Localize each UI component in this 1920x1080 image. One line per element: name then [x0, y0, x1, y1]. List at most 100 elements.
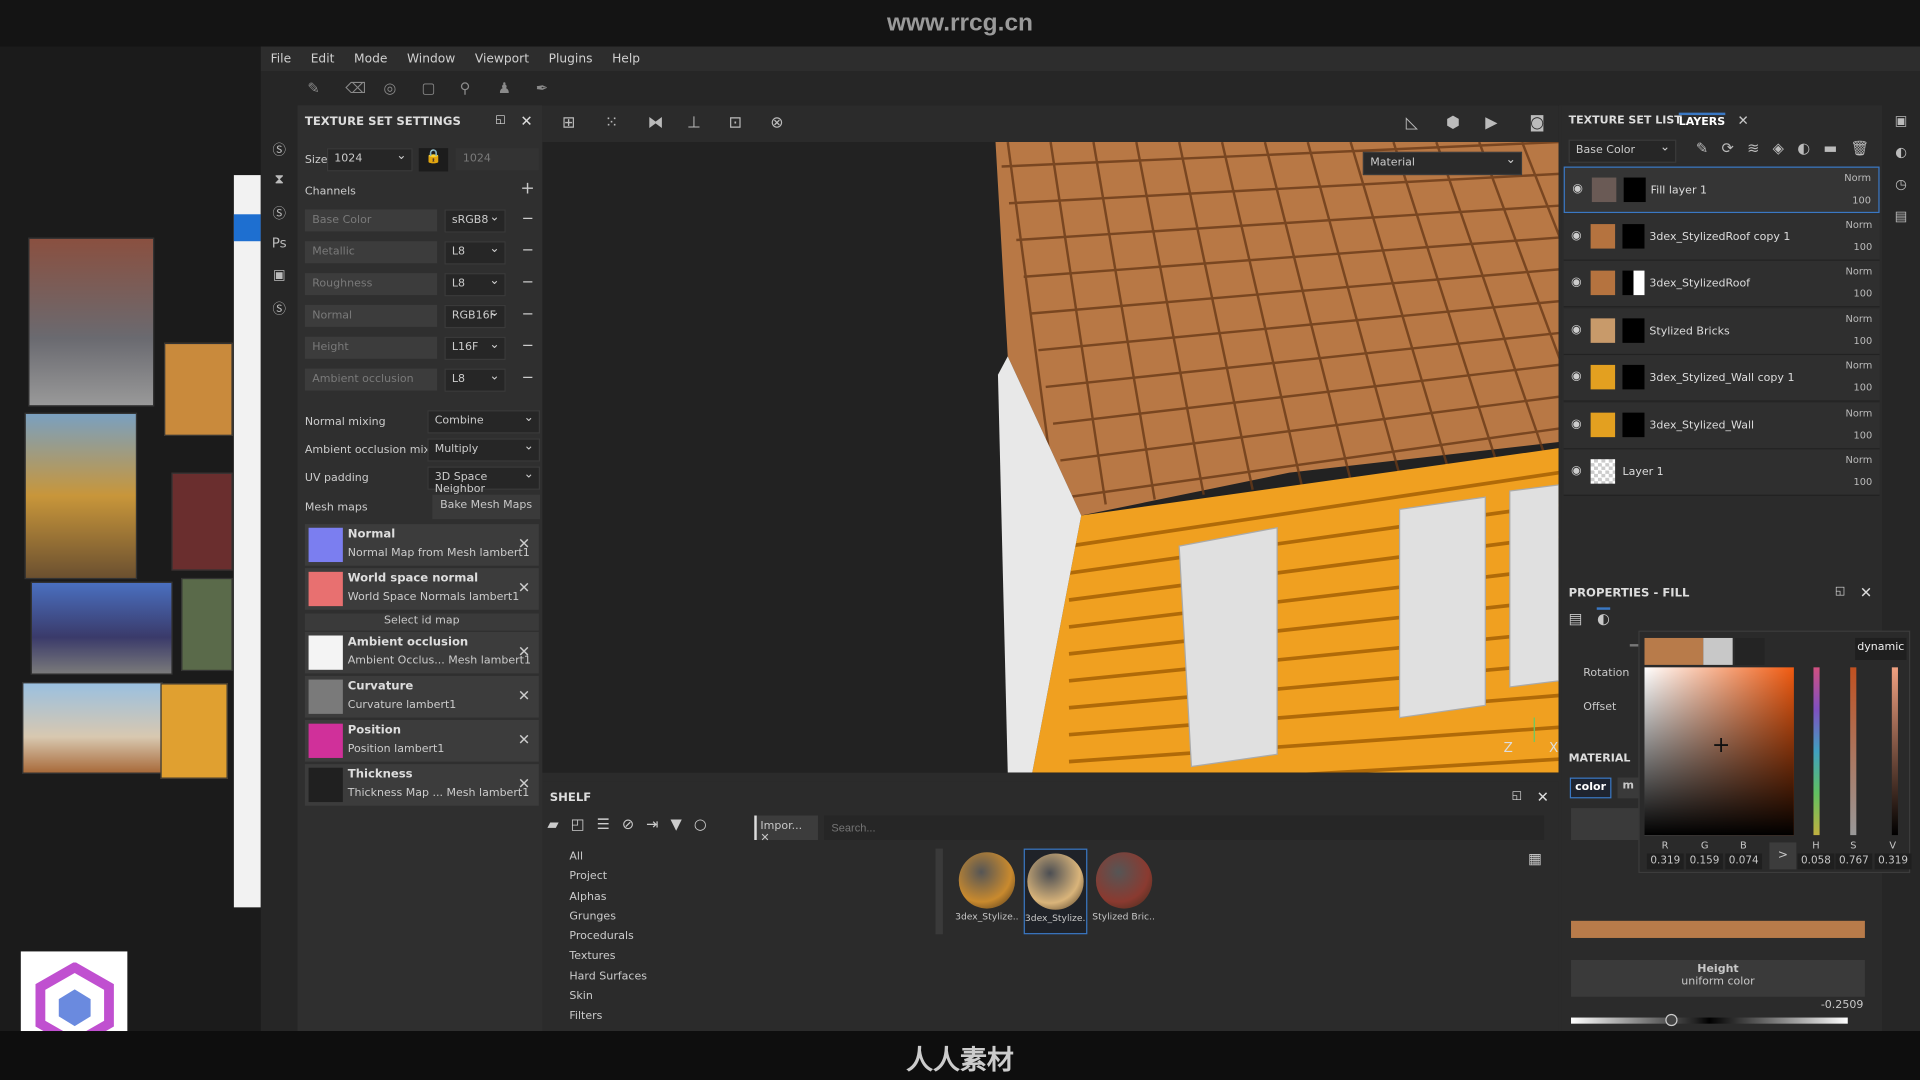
remove-mesh-map-icon[interactable]: ✕: [518, 579, 530, 596]
layer-row[interactable]: ◉ Stylized Bricks Norm 100: [1563, 307, 1880, 355]
visibility-eye-icon[interactable]: ◉: [1572, 182, 1583, 195]
value-slider[interactable]: [1891, 667, 1898, 836]
channel-format-select[interactable]: L8: [444, 368, 506, 392]
channel-format-select[interactable]: L8: [444, 273, 506, 297]
menu-window[interactable]: Window: [407, 52, 455, 65]
background-window[interactable]: [233, 175, 261, 908]
shelf-category[interactable]: Filters: [569, 1011, 647, 1031]
folder-icon[interactable]: ▰: [547, 816, 558, 833]
remove-mesh-map-icon[interactable]: ✕: [518, 687, 530, 704]
filter-tag[interactable]: Impor... ✕: [754, 815, 818, 845]
tab-texture-set-list[interactable]: TEXTURE SET LIST: [1569, 115, 1682, 127]
value-field-h[interactable]: 0.058: [1797, 853, 1835, 870]
channel-format-select[interactable]: L16F: [444, 336, 506, 361]
shelf-item[interactable]: 3dex_Stylize...: [1023, 848, 1088, 935]
opacity-value[interactable]: 100: [1852, 195, 1871, 206]
channel-format-select[interactable]: sRGB8: [444, 209, 506, 233]
history-icon[interactable]: ⧗: [261, 171, 298, 203]
clone-icon[interactable]: ♟: [498, 80, 515, 97]
mesh-map-item[interactable]: Position Position lambert1 ✕: [304, 720, 539, 762]
height-slider-handle[interactable]: [1665, 1013, 1678, 1027]
bake-icon[interactable]: ▣: [261, 267, 298, 299]
size-select[interactable]: 1024: [326, 148, 413, 172]
history-icon[interactable]: ◷: [1882, 169, 1920, 201]
photo-yellow-house[interactable]: [24, 412, 138, 580]
shelf-category[interactable]: Procedurals: [569, 931, 647, 951]
projection-icon[interactable]: ◎: [383, 80, 400, 97]
value-field-v[interactable]: 0.319: [1874, 853, 1912, 870]
material-slot[interactable]: [1571, 808, 1645, 841]
settings-tab-icon[interactable]: ▤: [1569, 610, 1583, 627]
float-icon[interactable]: ◱: [495, 114, 505, 126]
mesh-map-item[interactable]: World space normal World Space Normals la…: [304, 568, 539, 610]
add-fill-icon[interactable]: ◈: [1773, 140, 1784, 157]
visibility-eye-icon[interactable]: ◉: [1571, 370, 1582, 383]
height-slider[interactable]: [1571, 1017, 1848, 1024]
blend-mode-select[interactable]: Norm: [1846, 454, 1873, 465]
remove-channel-icon[interactable]: −: [522, 273, 534, 290]
viewport-mode-select[interactable]: Material: [1362, 151, 1523, 176]
color-tab[interactable]: color: [1569, 777, 1612, 799]
substance-icon[interactable]: Ⓢ: [261, 140, 298, 172]
opacity-value[interactable]: 100: [1854, 476, 1873, 487]
ao-mixing-select[interactable]: Multiply: [427, 438, 541, 462]
shelf-category[interactable]: Textures: [569, 951, 647, 971]
menu-file[interactable]: File: [271, 52, 291, 65]
visibility-eye-icon[interactable]: ◉: [1571, 276, 1582, 289]
mesh-map-item[interactable]: Ambient occlusion Ambient Occlus... Mesh …: [304, 631, 539, 674]
photo-yellow-wall[interactable]: [160, 683, 228, 779]
display-settings-icon[interactable]: ▣: [1882, 105, 1920, 137]
add-folder-icon[interactable]: ▬: [1823, 140, 1837, 157]
photo-green[interactable]: [181, 577, 233, 672]
visibility-eye-icon[interactable]: ◉: [1571, 228, 1582, 241]
remove-channel-icon[interactable]: −: [522, 241, 534, 258]
material-tab-icon[interactable]: ◐: [1597, 607, 1610, 627]
remove-channel-icon[interactable]: −: [522, 209, 534, 226]
menu-plugins[interactable]: Plugins: [549, 52, 593, 65]
add-layer-icon[interactable]: ≋: [1747, 140, 1759, 157]
opacity-value[interactable]: 100: [1854, 335, 1873, 346]
screenshot-icon[interactable]: ◙: [1529, 114, 1544, 132]
grid-icon[interactable]: ⊞: [562, 114, 575, 132]
polygon-fill-icon[interactable]: ▢: [422, 80, 439, 97]
shelf-category[interactable]: Grunges: [569, 911, 647, 931]
value-field-s[interactable]: 0.767: [1835, 853, 1873, 870]
layer-row[interactable]: ◉ 3dex_StylizedRoof Norm 100: [1563, 260, 1880, 308]
hide-icon[interactable]: ⊘: [622, 816, 634, 833]
saturation-slider[interactable]: [1850, 667, 1857, 836]
remove-channel-icon[interactable]: −: [522, 337, 534, 354]
color-picker-icon[interactable]: ✒: [536, 80, 553, 97]
blend-mode-select[interactable]: Norm: [1846, 360, 1873, 371]
substance-alt-icon[interactable]: Ⓢ: [261, 203, 298, 235]
list-icon[interactable]: ☰: [597, 816, 610, 833]
menu-viewport[interactable]: Viewport: [475, 52, 529, 65]
shelf-search-input[interactable]: [824, 815, 1545, 841]
shelf-item[interactable]: 3dex_Stylize...: [955, 849, 1019, 935]
import-icon[interactable]: ⇥: [646, 816, 658, 833]
menu-help[interactable]: Help: [612, 52, 640, 65]
mesh-map-item[interactable]: Curvature Curvature lambert1 ✕: [304, 675, 539, 718]
opacity-value[interactable]: 100: [1854, 241, 1873, 252]
3d-viewport[interactable]: ⊞ ⁙ ⧓ ⊥ ⊡ ⊗ ◺ ⬢ ▶ ◙ Z X Material: [542, 105, 1559, 773]
shelf-category[interactable]: Project: [569, 871, 647, 891]
close-icon[interactable]: ✕: [1738, 113, 1749, 129]
reset-icon[interactable]: ⊗: [770, 114, 783, 132]
remove-filter-icon[interactable]: ✕: [760, 833, 769, 845]
layer-row[interactable]: ◉ 3dex_Stylized_Wall Norm 100: [1563, 402, 1880, 449]
filter-icon[interactable]: ▼: [671, 816, 682, 833]
base-color-swatch[interactable]: [1571, 920, 1865, 938]
menu-edit[interactable]: Edit: [311, 52, 335, 65]
remove-channel-icon[interactable]: −: [522, 369, 534, 386]
remove-mesh-map-icon[interactable]: ✕: [518, 731, 530, 748]
hue-slider[interactable]: [1813, 667, 1820, 836]
photo-farmhouse[interactable]: [22, 682, 163, 774]
photoshop-icon[interactable]: Ps: [261, 235, 298, 267]
shader-settings-icon[interactable]: ◐: [1882, 137, 1920, 169]
opacity-value[interactable]: 100: [1854, 429, 1873, 440]
menu-mode[interactable]: Mode: [354, 52, 387, 65]
visibility-eye-icon[interactable]: ◉: [1571, 323, 1582, 336]
channel-format-select[interactable]: RGB16F: [444, 304, 506, 329]
eraser-icon[interactable]: ⌫: [345, 80, 366, 97]
bake-mesh-maps-button[interactable]: Bake Mesh Maps: [432, 494, 541, 520]
close-icon[interactable]: ✕: [1860, 584, 1872, 601]
